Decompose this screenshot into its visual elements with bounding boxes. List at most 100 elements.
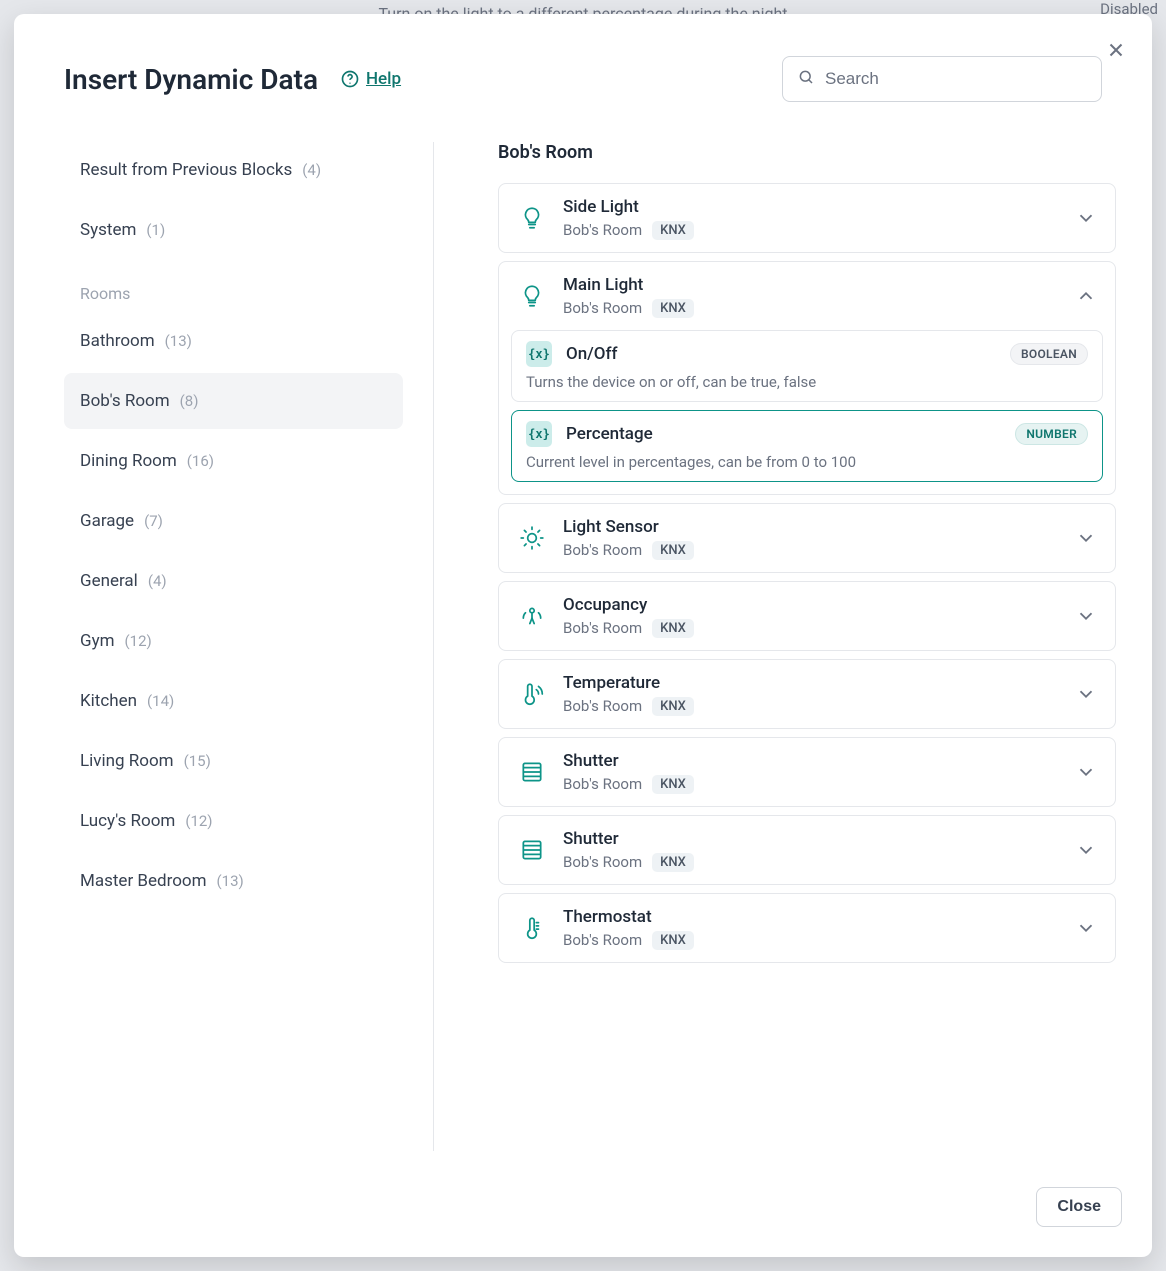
device-card-header[interactable]: Side Light Bob's Room KNX: [499, 184, 1115, 252]
device-card-texts: Main Light Bob's Room KNX: [563, 274, 1059, 318]
device-card-header[interactable]: Thermostat Bob's Room KNX: [499, 894, 1115, 962]
chevron-down-icon: [1075, 527, 1097, 549]
sidebar-item-garage[interactable]: Garage (7): [64, 493, 403, 549]
device-protocol-badge: KNX: [652, 931, 694, 950]
variable-icon: {x}: [526, 421, 552, 447]
device-name: Thermostat: [563, 906, 1059, 929]
sidebar-item-bob-s-room[interactable]: Bob's Room (8): [64, 373, 403, 429]
device-card-texts: Light Sensor Bob's Room KNX: [563, 516, 1059, 560]
bulb-icon: [517, 203, 547, 233]
sidebar-item-kitchen[interactable]: Kitchen (14): [64, 673, 403, 729]
modal-footer: Close: [14, 1171, 1152, 1257]
device-card-header[interactable]: Occupancy Bob's Room KNX: [499, 582, 1115, 650]
sidebar-item-count: (7): [144, 512, 163, 530]
device-param[interactable]: {x} On/Off BOOLEAN Turns the device on o…: [511, 330, 1103, 402]
chevron-down-icon: [1075, 207, 1097, 229]
device-card: Shutter Bob's Room KNX: [498, 815, 1116, 885]
search-input[interactable]: [825, 69, 1087, 89]
sidebar-item-general[interactable]: General (4): [64, 553, 403, 609]
device-name: Shutter: [563, 750, 1059, 773]
sidebar-item-count: (14): [147, 692, 174, 710]
sidebar-item-label: Gym: [80, 631, 115, 651]
device-param[interactable]: {x} Percentage NUMBER Current level in p…: [511, 410, 1103, 482]
chevron-down-icon: [1075, 605, 1097, 627]
modal-header: Insert Dynamic Data Help: [14, 14, 1152, 102]
content-panel: Bob's Room Side Light Bob's Room KNX Mai…: [434, 142, 1152, 1151]
device-room: Bob's Room: [563, 299, 642, 317]
sidebar-item-bathroom[interactable]: Bathroom (13): [64, 313, 403, 369]
sidebar-item-result-from-previous-blocks[interactable]: Result from Previous Blocks (4): [64, 142, 403, 198]
sidebar-item-lucy-s-room[interactable]: Lucy's Room (12): [64, 793, 403, 849]
bulb-icon: [517, 281, 547, 311]
sidebar-item-count: (1): [146, 221, 165, 239]
chevron-down-icon: [1075, 839, 1097, 861]
device-card-texts: Temperature Bob's Room KNX: [563, 672, 1059, 716]
device-card-header[interactable]: Shutter Bob's Room KNX: [499, 816, 1115, 884]
sidebar-item-count: (13): [217, 872, 244, 890]
device-card-texts: Thermostat Bob's Room KNX: [563, 906, 1059, 950]
sidebar-item-count: (15): [184, 752, 211, 770]
device-card-header[interactable]: Main Light Bob's Room KNX: [499, 262, 1115, 330]
device-card: Main Light Bob's Room KNX {x} On/Off BOO…: [498, 261, 1116, 495]
sidebar-item-dining-room[interactable]: Dining Room (16): [64, 433, 403, 489]
sidebar-item-label: Lucy's Room: [80, 811, 175, 831]
device-card: Thermostat Bob's Room KNX: [498, 893, 1116, 963]
device-name: Main Light: [563, 274, 1059, 297]
sidebar: Result from Previous Blocks (4)System (1…: [64, 142, 434, 1151]
close-button[interactable]: Close: [1036, 1187, 1122, 1227]
sidebar-item-count: (4): [148, 572, 167, 590]
sidebar-item-system[interactable]: System (1): [64, 202, 403, 258]
sidebar-item-count: (16): [187, 452, 214, 470]
content-title: Bob's Room: [498, 142, 1136, 163]
sidebar-item-count: (12): [185, 812, 212, 830]
help-icon: [340, 69, 360, 89]
sidebar-item-label: Garage: [80, 511, 134, 531]
device-card-header[interactable]: Temperature Bob's Room KNX: [499, 660, 1115, 728]
sidebar-item-label: Bathroom: [80, 331, 155, 351]
device-protocol-badge: KNX: [652, 221, 694, 240]
device-protocol-badge: KNX: [652, 299, 694, 318]
sidebar-item-count: (8): [180, 392, 199, 410]
sidebar-item-label: Bob's Room: [80, 391, 170, 411]
param-description: Turns the device on or off, can be true,…: [526, 373, 1088, 391]
sun-icon: [517, 523, 547, 553]
device-room: Bob's Room: [563, 775, 642, 793]
device-card-header[interactable]: Shutter Bob's Room KNX: [499, 738, 1115, 806]
param-description: Current level in percentages, can be fro…: [526, 453, 1088, 471]
chevron-down-icon: [1075, 683, 1097, 705]
device-name: Occupancy: [563, 594, 1059, 617]
device-name: Temperature: [563, 672, 1059, 695]
sidebar-item-count: (12): [125, 632, 152, 650]
device-card-body: {x} On/Off BOOLEAN Turns the device on o…: [499, 330, 1115, 494]
thermostat-icon: [517, 913, 547, 943]
device-name: Light Sensor: [563, 516, 1059, 539]
sidebar-item-master-bedroom[interactable]: Master Bedroom (13): [64, 853, 403, 909]
device-protocol-badge: KNX: [652, 697, 694, 716]
device-room: Bob's Room: [563, 697, 642, 715]
device-card-texts: Occupancy Bob's Room KNX: [563, 594, 1059, 638]
sidebar-item-label: Living Room: [80, 751, 174, 771]
modal-body: Result from Previous Blocks (4)System (1…: [14, 102, 1152, 1171]
device-card-header[interactable]: Light Sensor Bob's Room KNX: [499, 504, 1115, 572]
device-protocol-badge: KNX: [652, 541, 694, 560]
sidebar-item-label: Master Bedroom: [80, 871, 207, 891]
thermo-icon: [517, 679, 547, 709]
search-field[interactable]: [782, 56, 1102, 102]
device-protocol-badge: KNX: [652, 775, 694, 794]
sidebar-item-count: (13): [165, 332, 192, 350]
variable-icon: {x}: [526, 341, 552, 367]
sidebar-section-label: Rooms: [64, 262, 403, 313]
chevron-up-icon: [1075, 285, 1097, 307]
insert-dynamic-data-modal: Insert Dynamic Data Help Result from Pre…: [14, 14, 1152, 1257]
sidebar-item-gym[interactable]: Gym (12): [64, 613, 403, 669]
chevron-down-icon: [1075, 917, 1097, 939]
shutter-icon: [517, 757, 547, 787]
sidebar-item-label: Result from Previous Blocks: [80, 160, 292, 180]
device-room: Bob's Room: [563, 221, 642, 239]
sidebar-item-living-room[interactable]: Living Room (15): [64, 733, 403, 789]
help-link[interactable]: Help: [340, 69, 401, 89]
device-card-texts: Shutter Bob's Room KNX: [563, 828, 1059, 872]
device-card: Light Sensor Bob's Room KNX: [498, 503, 1116, 573]
sidebar-item-count: (4): [302, 161, 321, 179]
close-icon[interactable]: [1102, 36, 1130, 64]
